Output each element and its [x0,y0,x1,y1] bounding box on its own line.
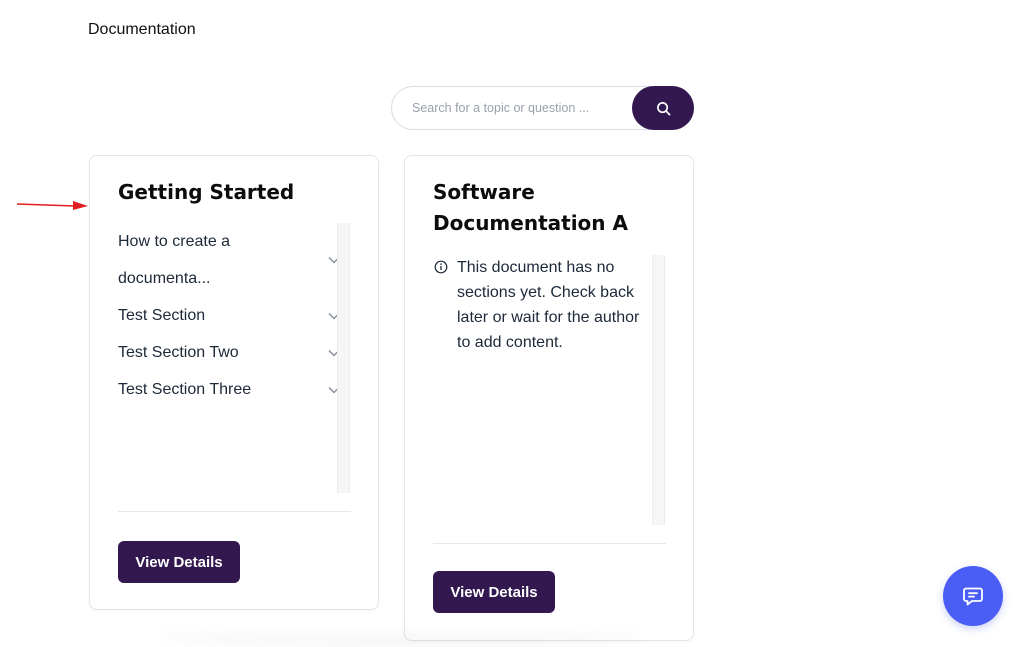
annotation-arrow-icon [17,201,88,210]
section-item-test-section-three[interactable]: Test Section Three [118,371,340,408]
doc-card-getting-started: Getting Started How to create a document… [89,155,379,610]
card-title: Getting Started [118,180,295,204]
divider [433,543,666,544]
info-icon [434,260,448,274]
decorative-shadow [160,628,640,647]
search-icon [656,101,670,115]
section-label: Test Section [118,307,206,324]
empty-message: This document has no sections yet. Check… [457,259,640,351]
view-details-button[interactable]: View Details [433,571,555,613]
divider [118,511,351,512]
chat-icon [963,587,983,606]
page-title: Documentation [88,21,196,38]
section-item-how-to-create[interactable]: How to create a documenta... [118,223,340,297]
scrollbar[interactable] [337,223,350,493]
section-label: documenta... [118,270,211,287]
section-item-test-section-two[interactable]: Test Section Two [118,334,340,371]
chat-launcher-button[interactable] [943,566,1003,626]
section-item-test-section[interactable]: Test Section [118,297,340,334]
scrollbar[interactable] [652,255,665,525]
card-title: Software Documentation A [433,180,628,235]
section-label: Test Section Two [118,344,239,361]
section-label: Test Section Three [118,381,252,398]
view-details-button[interactable]: View Details [118,541,240,583]
search-bar [391,86,694,130]
search-button[interactable] [632,86,694,130]
doc-card-software-documentation-a: Software Documentation A This document h… [404,155,694,641]
section-label: How to create a [118,233,231,250]
empty-sections-notice: This document has no sections yet. Check… [433,255,653,355]
